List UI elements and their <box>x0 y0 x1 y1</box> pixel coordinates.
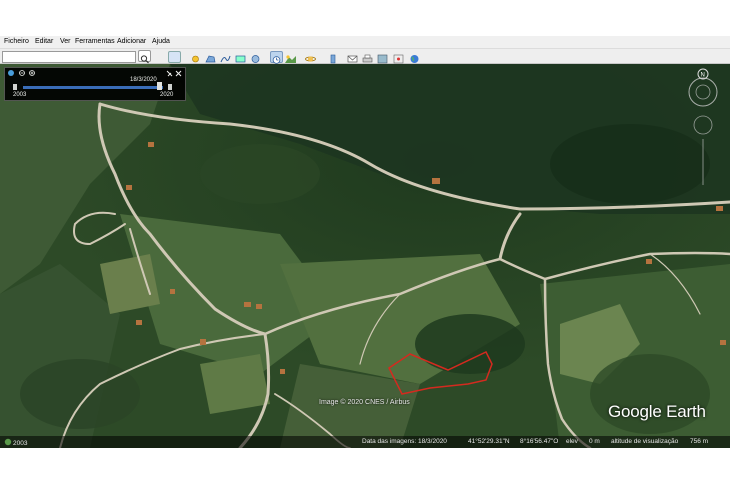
current-date: 18/3/2020 <box>130 77 157 83</box>
history-year-badge: 2003 <box>4 438 27 447</box>
move-joystick-icon[interactable] <box>693 115 713 135</box>
polygon-icon[interactable] <box>205 51 216 63</box>
time-thumb[interactable] <box>157 82 162 90</box>
save-image-icon[interactable] <box>377 51 388 64</box>
eye-altitude-label: altitude de visualização <box>611 438 679 445</box>
status-bar: 2003 Data das imagens: 18/3/2020 41°52'2… <box>0 436 730 448</box>
imagery-date: Data das imagens: 18/3/2020 <box>362 438 447 445</box>
start-year: 2003 <box>13 92 27 98</box>
history-icon[interactable] <box>270 51 283 64</box>
settings-wrench-icon[interactable] <box>166 70 173 77</box>
path-icon[interactable] <box>220 51 231 63</box>
google-earth-logo: Google Earth <box>608 402 706 421</box>
look-joystick-icon[interactable] <box>688 77 718 107</box>
menu-ver[interactable]: Ver <box>60 38 71 45</box>
menu-ficheiro[interactable]: Ficheiro <box>4 38 29 45</box>
navigation-controls[interactable]: N <box>686 67 720 187</box>
latitude: 41°52'29.31"N <box>468 438 510 445</box>
search-input[interactable] <box>2 51 136 63</box>
menu-adicionar[interactable]: Adicionar <box>117 38 146 45</box>
overlay-icon[interactable] <box>235 51 246 63</box>
tour-icon[interactable] <box>250 51 261 63</box>
toolbar <box>0 48 730 64</box>
email-icon[interactable] <box>347 51 358 63</box>
history-clock-icon[interactable] <box>8 70 14 76</box>
ruler-icon[interactable] <box>328 51 339 64</box>
planets-icon[interactable] <box>305 51 316 62</box>
map-view[interactable] <box>0 64 730 448</box>
elevation-value: 0 m <box>589 438 600 445</box>
historical-imagery-slider[interactable]: 18/3/2020 2003 2020 <box>4 67 186 101</box>
time-track[interactable] <box>23 86 163 89</box>
maps-icon[interactable] <box>393 51 404 64</box>
sidebar-toggle-icon[interactable] <box>168 51 181 63</box>
eye-altitude-value: 756 m <box>690 438 709 445</box>
elevation-label: elev <box>566 438 578 445</box>
prev-date-icon[interactable] <box>13 84 17 90</box>
placemark-icon[interactable] <box>190 51 201 63</box>
menu-ajuda[interactable]: Ajuda <box>152 38 170 45</box>
menu-ferramentas[interactable]: Ferramentas <box>75 38 115 45</box>
earth-gallery-icon[interactable] <box>409 51 420 63</box>
print-icon[interactable] <box>362 51 373 63</box>
end-year: 2020 <box>160 92 174 98</box>
search-icon[interactable] <box>138 50 151 64</box>
menu-bar: Ficheiro Editar Ver Ferramentas Adiciona… <box>0 36 730 48</box>
menu-editar[interactable]: Editar <box>35 38 53 45</box>
longitude: 8°16'56.47"O <box>520 438 559 445</box>
imagery-copyright: Image © 2020 CNES / Airbus <box>319 399 410 406</box>
next-date-icon[interactable] <box>168 84 172 90</box>
satellite-imagery <box>0 64 730 448</box>
close-icon[interactable] <box>175 70 182 77</box>
sunlight-icon[interactable] <box>285 51 296 63</box>
